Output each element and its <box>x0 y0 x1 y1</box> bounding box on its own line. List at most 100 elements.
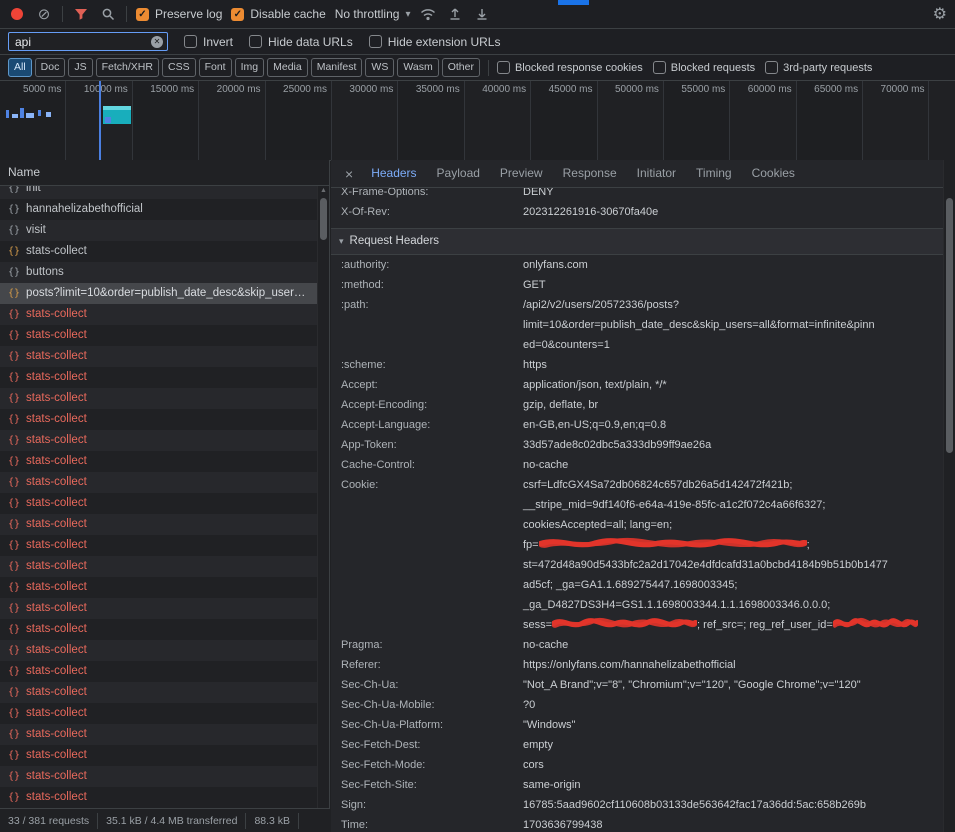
request-row[interactable]: {} stats-collect <box>0 766 329 787</box>
preserve-log-label: Preserve log <box>155 7 222 21</box>
request-name: stats-collect <box>26 745 103 766</box>
timeline-ruler: 5000 ms10000 ms15000 ms20000 ms25000 ms3… <box>0 81 955 160</box>
request-row[interactable]: {} stats-collect <box>0 346 329 367</box>
request-name: stats-collect <box>26 472 103 493</box>
resource-filter-chip[interactable]: Doc <box>35 58 66 77</box>
json-braces-icon: {} <box>8 346 20 367</box>
requests-scrollbar[interactable]: ▲ <box>317 186 329 808</box>
resource-filter-chip[interactable]: Font <box>199 58 232 77</box>
clear-filter-icon[interactable]: ✕ <box>151 36 163 48</box>
request-row[interactable]: {} visit <box>0 220 329 241</box>
timeline-overview[interactable]: 5000 ms10000 ms15000 ms20000 ms25000 ms3… <box>0 81 955 161</box>
time-tick-label: 35000 ms <box>398 81 464 160</box>
details-tab[interactable]: Response <box>553 160 627 187</box>
clear-network-log-button[interactable]: ⊘ <box>35 5 53 23</box>
details-tab[interactable]: Payload <box>427 160 490 187</box>
header-name: :method: <box>341 275 523 295</box>
request-row[interactable]: {} stats-collect <box>0 430 329 451</box>
scrollbar-thumb[interactable] <box>320 198 327 240</box>
request-row[interactable]: {} stats-collect <box>0 304 329 325</box>
settings-gear-button[interactable]: ⚙ <box>933 4 947 24</box>
request-row[interactable]: {} buttons <box>0 262 329 283</box>
time-tick-label: 20000 ms <box>199 81 265 160</box>
throttling-select[interactable]: No throttling ▾ <box>335 7 411 21</box>
invert-checkbox[interactable]: Invert <box>184 35 233 49</box>
details-tab[interactable]: Cookies <box>742 160 805 187</box>
request-row[interactable]: {} stats-collect <box>0 556 329 577</box>
network-conditions-button[interactable] <box>419 5 437 23</box>
header-row: Cache-Control: no-cache <box>331 455 944 475</box>
request-name: stats-collect <box>26 661 103 682</box>
resource-filter-chip[interactable]: WS <box>365 58 394 77</box>
details-tab[interactable]: Headers <box>361 160 426 187</box>
hide-data-urls-checkbox[interactable]: Hide data URLs <box>249 35 353 49</box>
filter-option-checkbox[interactable]: 3rd-party requests <box>765 61 872 74</box>
request-row[interactable]: {} init <box>0 186 329 199</box>
request-row[interactable]: {} stats-collect <box>0 661 329 682</box>
hide-extension-urls-checkbox[interactable]: Hide extension URLs <box>369 35 501 49</box>
json-braces-icon: {} <box>8 577 20 598</box>
resource-filter-chip[interactable]: All <box>8 58 32 77</box>
header-row: App-Token: 33d57ade8c02dbc5a333db99ff9ae… <box>331 435 944 455</box>
header-row: :path: /api2/v2/users/20572336/posts? li… <box>331 295 944 355</box>
name-column-header[interactable]: Name <box>0 160 329 186</box>
details-tab[interactable]: Timing <box>686 160 742 187</box>
resource-filter-chip[interactable]: Manifest <box>311 58 363 77</box>
resource-filter-chip[interactable]: CSS <box>162 58 196 77</box>
filter-option-checkbox[interactable]: Blocked requests <box>653 61 755 74</box>
funnel-icon <box>74 8 88 21</box>
request-row[interactable]: {} stats-collect <box>0 724 329 745</box>
close-details-button[interactable]: × <box>337 166 361 182</box>
resource-filter-chip[interactable]: Fetch/XHR <box>96 58 159 77</box>
request-row[interactable]: {} stats-collect <box>0 409 329 430</box>
scrollbar-thumb[interactable] <box>946 198 953 453</box>
request-row[interactable]: {} stats-collect <box>0 535 329 556</box>
filter-input[interactable] <box>13 34 151 50</box>
checkbox-checked: ✓ <box>231 8 244 21</box>
resource-filter-chip[interactable]: Img <box>235 58 265 77</box>
resource-filter-chip[interactable]: Wasm <box>397 58 438 77</box>
request-row[interactable]: {} stats-collect <box>0 367 329 388</box>
time-tick-label: 50000 ms <box>598 81 664 160</box>
time-tick-label: 25000 ms <box>266 81 332 160</box>
request-row[interactable]: {} stats-collect <box>0 514 329 535</box>
request-row[interactable]: {} stats-collect <box>0 640 329 661</box>
details-scrollbar[interactable] <box>943 160 955 832</box>
request-row[interactable]: {} stats-collect <box>0 745 329 766</box>
search-button[interactable] <box>99 5 117 23</box>
request-row[interactable]: {} stats-collect <box>0 619 329 640</box>
resource-filter-chip[interactable]: JS <box>68 58 92 77</box>
redaction-scribble <box>539 537 807 550</box>
filter-toggle-button[interactable] <box>72 5 90 23</box>
request-row[interactable]: {} stats-collect <box>0 388 329 409</box>
details-tab[interactable]: Preview <box>490 160 553 187</box>
preserve-log-checkbox[interactable]: ✓ Preserve log <box>136 7 222 21</box>
header-row: Accept-Encoding: gzip, deflate, br <box>331 395 944 415</box>
request-row[interactable]: {} stats-collect <box>0 241 329 262</box>
request-row[interactable]: {} stats-collect <box>0 598 329 619</box>
record-button[interactable] <box>8 5 26 23</box>
json-braces-icon: {} <box>8 367 20 388</box>
request-row[interactable]: {} hannahelizabethofficial <box>0 199 329 220</box>
request-row[interactable]: {} stats-collect <box>0 577 329 598</box>
import-har-button[interactable] <box>446 5 464 23</box>
header-row: Sign: 16785:5aad9602cf110608b03133de5636… <box>331 795 944 815</box>
request-row[interactable]: {} stats-collect <box>0 325 329 346</box>
disable-cache-checkbox[interactable]: ✓ Disable cache <box>231 7 325 21</box>
scroll-up-icon[interactable]: ▲ <box>318 186 329 196</box>
request-headers-section-toggle[interactable]: ▾ Request Headers <box>331 229 944 255</box>
request-name: stats-collect <box>26 430 103 451</box>
activity-mark <box>12 114 18 118</box>
request-row[interactable]: {} posts?limit=10&order=publish_date_des… <box>0 283 329 304</box>
details-tab[interactable]: Initiator <box>627 160 686 187</box>
export-har-button[interactable] <box>473 5 491 23</box>
request-row[interactable]: {} stats-collect <box>0 451 329 472</box>
request-row[interactable]: {} stats-collect <box>0 682 329 703</box>
request-row[interactable]: {} stats-collect <box>0 703 329 724</box>
resource-filter-chip[interactable]: Media <box>267 58 308 77</box>
request-row[interactable]: {} stats-collect <box>0 472 329 493</box>
request-row[interactable]: {} stats-collect <box>0 493 329 514</box>
filter-option-checkbox[interactable]: Blocked response cookies <box>497 61 643 74</box>
request-row[interactable]: {} stats-collect <box>0 787 329 808</box>
resource-filter-chip[interactable]: Other <box>442 58 480 77</box>
